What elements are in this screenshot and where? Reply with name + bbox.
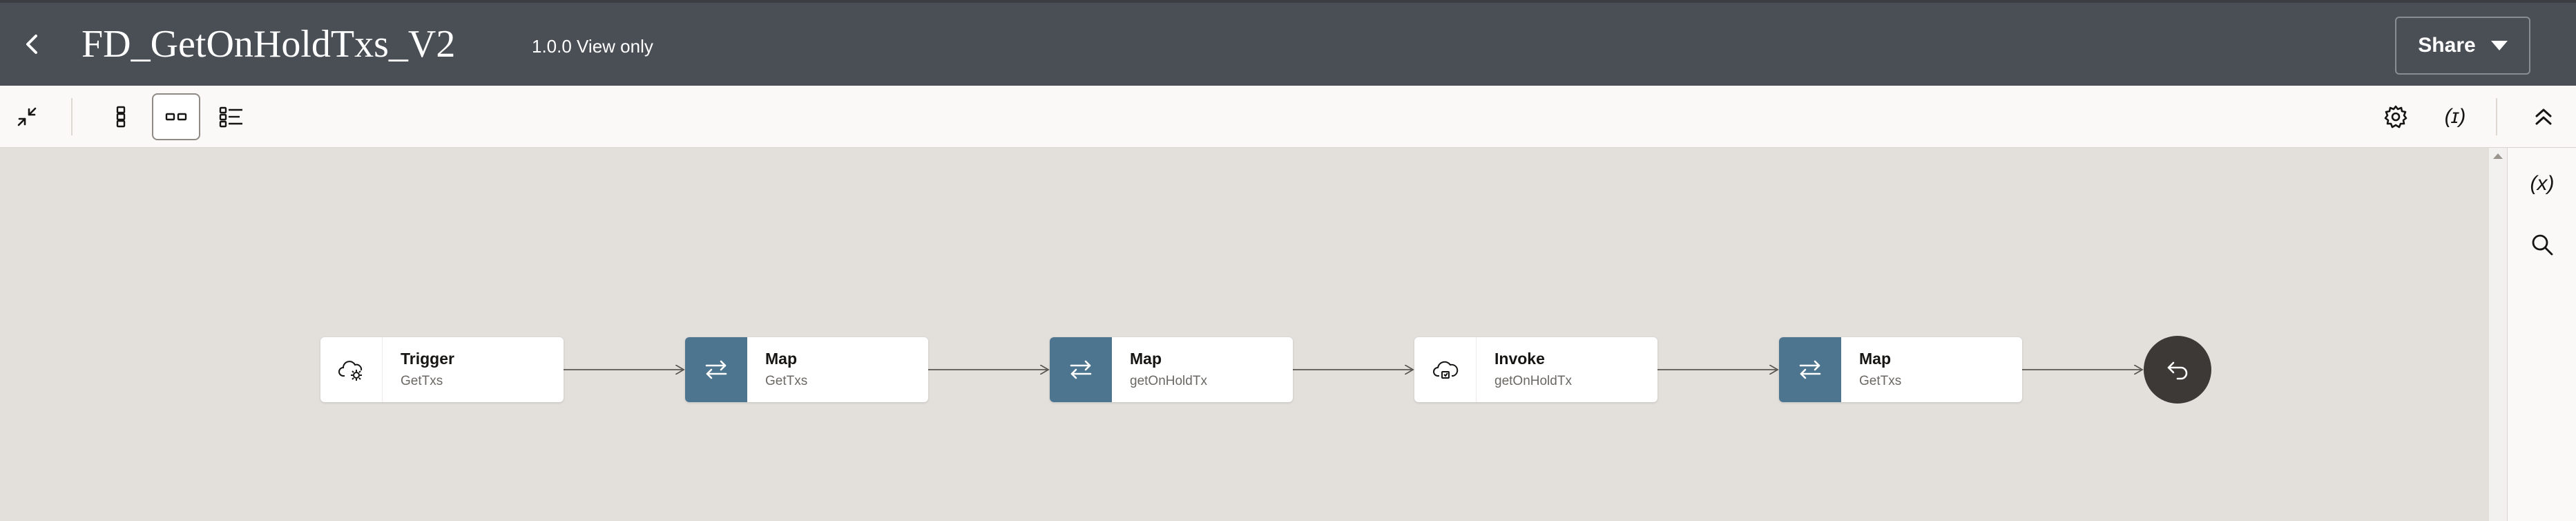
variables-icon: (x) — [2530, 172, 2555, 195]
swap-arrows-icon — [1799, 360, 1821, 379]
node-icon-box — [685, 337, 747, 402]
node-subtitle: getOnHoldTx — [1494, 374, 1572, 388]
return-arrow-icon — [2167, 361, 2188, 380]
flow-connectors — [564, 0, 2576, 521]
map-node[interactable]: Map getOnHoldTx — [1050, 337, 1293, 402]
node-subtitle: GetTxs — [765, 374, 808, 388]
variables-button[interactable]: (x) — [2520, 162, 2564, 206]
node-subtitle: GetTxs — [1859, 374, 1902, 388]
cloud-invoke-icon — [1432, 361, 1458, 379]
node-title: Map — [765, 350, 797, 368]
swap-arrows-icon — [705, 360, 727, 379]
node-title: Invoke — [1494, 350, 1545, 368]
end-node[interactable] — [2144, 336, 2211, 404]
search-button[interactable] — [2520, 222, 2564, 267]
canvas-scrollbar[interactable] — [2489, 148, 2507, 521]
search-icon — [2532, 234, 2553, 256]
cloud-gear-icon — [338, 361, 362, 381]
node-title: Map — [1130, 350, 1162, 368]
node-subtitle: getOnHoldTx — [1130, 374, 1207, 388]
node-title: Map — [1859, 350, 1891, 368]
trigger-node[interactable]: Trigger GetTxs — [320, 337, 564, 402]
map-node[interactable]: Map GetTxs — [1779, 337, 2022, 402]
node-icon-box — [320, 337, 383, 402]
node-title: Trigger — [401, 350, 454, 368]
node-icon-box — [1050, 337, 1112, 402]
invoke-node[interactable]: Invoke getOnHoldTx — [1414, 337, 1657, 402]
swap-arrows-icon — [1070, 360, 1092, 379]
node-icon-box — [1779, 337, 1841, 402]
node-subtitle: GetTxs — [401, 374, 443, 388]
scroll-up-arrow[interactable] — [2493, 153, 2503, 159]
node-icon-box — [1414, 337, 1477, 402]
right-side-panel: (x) — [2507, 148, 2576, 521]
map-node[interactable]: Map GetTxs — [685, 337, 928, 402]
